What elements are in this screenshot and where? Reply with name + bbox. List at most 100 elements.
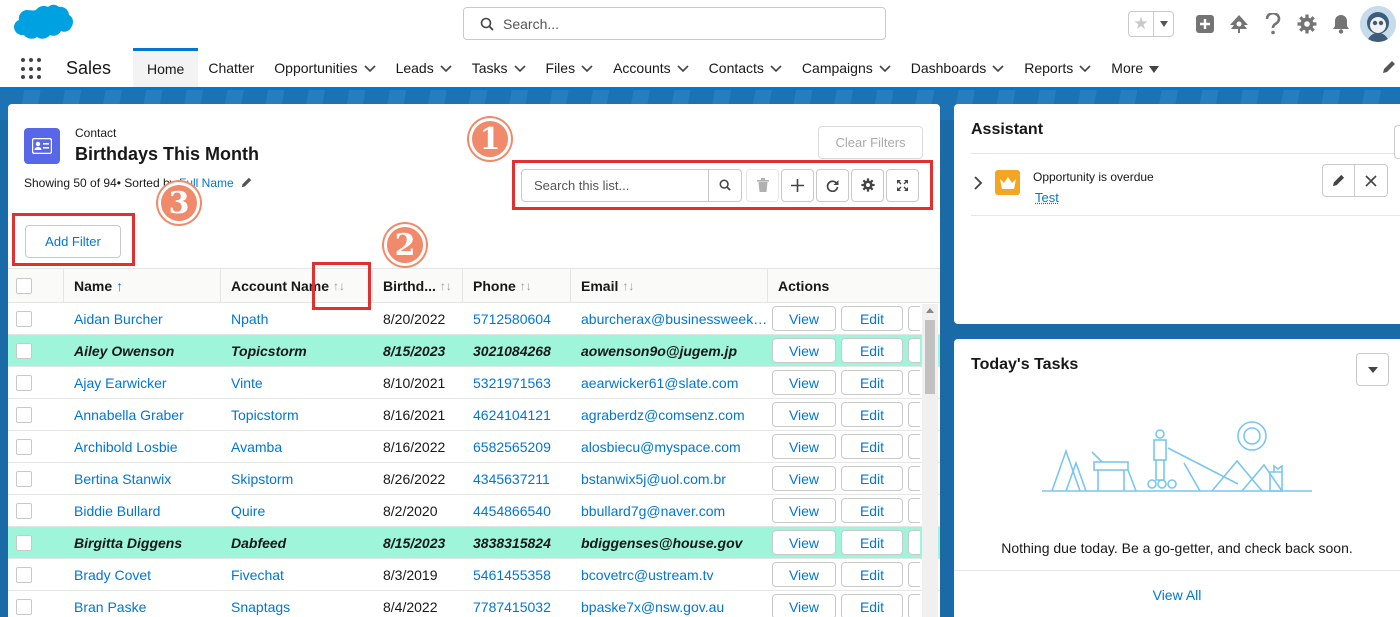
column-header-birthdate[interactable]: Birthd... ↑↓ xyxy=(373,269,463,302)
help-icon[interactable] xyxy=(1256,7,1290,41)
email-link[interactable]: bdiggenses@house.gov xyxy=(571,535,768,551)
phone-link[interactable]: 5461455358 xyxy=(463,567,571,583)
row-checkbox[interactable] xyxy=(16,438,32,455)
favorites-dropdown-icon[interactable] xyxy=(1153,12,1173,36)
account-name-link[interactable]: Vinte xyxy=(221,375,373,391)
assistant-edit-button[interactable] xyxy=(1322,164,1355,197)
app-launcher-icon[interactable] xyxy=(21,58,43,80)
nav-item-home[interactable]: Home xyxy=(133,48,199,87)
setup-gear-icon[interactable] xyxy=(1290,7,1324,41)
row-checkbox[interactable] xyxy=(16,342,32,359)
side-panel-tab[interactable] xyxy=(1394,125,1400,159)
sort-toggle-icon[interactable]: ↑↓ xyxy=(622,279,634,293)
chevron-down-icon[interactable] xyxy=(677,60,689,76)
view-button[interactable]: View xyxy=(772,498,836,523)
row-checkbox[interactable] xyxy=(16,598,32,615)
more-actions-button[interactable] xyxy=(908,594,920,617)
nav-item-leads[interactable]: Leads xyxy=(386,48,462,87)
view-button[interactable]: View xyxy=(772,562,836,587)
more-actions-button[interactable] xyxy=(908,466,920,491)
chevron-down-icon[interactable] xyxy=(363,60,376,76)
column-header-name[interactable]: Name ↑ xyxy=(64,269,221,302)
tasks-dropdown-button[interactable] xyxy=(1356,353,1389,386)
view-button[interactable]: View xyxy=(772,466,836,491)
contact-name-link[interactable]: Aidan Burcher xyxy=(64,311,221,327)
caret-down-icon[interactable] xyxy=(1149,60,1160,76)
more-actions-button[interactable] xyxy=(908,338,920,363)
chevron-down-icon[interactable] xyxy=(1079,60,1091,76)
email-link[interactable]: bbullard7g@naver.com xyxy=(571,503,768,519)
edit-button[interactable]: Edit xyxy=(841,466,903,491)
delete-button[interactable] xyxy=(746,168,779,202)
contact-name-link[interactable]: Archibold Losbie xyxy=(64,439,221,455)
edit-button[interactable]: Edit xyxy=(841,306,903,331)
view-button[interactable]: View xyxy=(772,370,836,395)
contact-name-link[interactable]: Bertina Stanwix xyxy=(64,471,221,487)
chevron-down-icon[interactable] xyxy=(770,60,782,76)
phone-link[interactable]: 5712580604 xyxy=(463,311,571,327)
table-scrollbar[interactable] xyxy=(922,304,938,617)
phone-link[interactable]: 3021084268 xyxy=(463,343,571,359)
email-link[interactable]: aowenson9o@jugem.jp xyxy=(571,343,768,359)
more-actions-button[interactable] xyxy=(908,370,920,395)
account-name-link[interactable]: Avamba xyxy=(221,439,373,455)
row-checkbox[interactable] xyxy=(16,566,32,583)
more-actions-button[interactable] xyxy=(908,498,920,523)
more-actions-button[interactable] xyxy=(908,402,920,427)
row-checkbox[interactable] xyxy=(16,470,32,487)
sort-toggle-icon[interactable]: ↑↓ xyxy=(440,279,452,293)
phone-link[interactable]: 7787415032 xyxy=(463,599,571,615)
edit-nav-pencil-icon[interactable] xyxy=(1382,60,1396,74)
account-name-link[interactable]: Npath xyxy=(221,311,373,327)
column-header-phone[interactable]: Phone ↑↓ xyxy=(463,269,571,302)
column-header-email[interactable]: Email ↑↓ xyxy=(571,269,768,302)
nav-item-opportunities[interactable]: Opportunities xyxy=(264,48,385,87)
scrollbar-thumb[interactable] xyxy=(925,320,935,394)
email-link[interactable]: agraberdz@comsenz.com xyxy=(571,407,768,423)
contact-name-link[interactable]: Brady Covet xyxy=(64,567,221,583)
chevron-down-icon[interactable] xyxy=(581,60,593,76)
account-name-link[interactable]: Skipstorm xyxy=(221,471,373,487)
row-checkbox[interactable] xyxy=(16,374,32,391)
search-this-list-input[interactable]: Search this list... xyxy=(521,168,709,202)
edit-button[interactable]: Edit xyxy=(841,562,903,587)
sort-toggle-icon[interactable]: ↑↓ xyxy=(520,279,532,293)
edit-button[interactable]: Edit xyxy=(841,434,903,459)
edit-button[interactable]: Edit xyxy=(841,530,903,555)
list-view-title[interactable]: Birthdays This Month xyxy=(75,144,259,165)
row-checkbox[interactable] xyxy=(16,502,32,519)
user-avatar[interactable] xyxy=(1360,6,1396,42)
email-link[interactable]: bstanwix5j@uol.com.br xyxy=(571,471,768,487)
add-filter-button[interactable]: Add Filter xyxy=(25,225,121,258)
nav-item-reports[interactable]: Reports xyxy=(1014,48,1101,87)
account-name-link[interactable]: Topicstorm xyxy=(221,343,373,359)
new-record-button[interactable] xyxy=(781,168,814,202)
more-actions-button[interactable] xyxy=(908,434,920,459)
trailhead-icon[interactable] xyxy=(1222,7,1256,41)
account-name-link[interactable]: Snaptags xyxy=(221,599,373,615)
email-link[interactable]: aearwicker61@slate.com xyxy=(571,375,768,391)
account-name-link[interactable]: Quire xyxy=(221,503,373,519)
phone-link[interactable]: 6582565209 xyxy=(463,439,571,455)
scroll-up-arrow-icon[interactable] xyxy=(926,308,934,313)
email-link[interactable]: alosbiecu@myspace.com xyxy=(571,439,768,455)
phone-link[interactable]: 3838315824 xyxy=(463,535,571,551)
row-checkbox[interactable] xyxy=(16,310,32,327)
salesforce-logo[interactable] xyxy=(10,4,74,46)
contact-name-link[interactable]: Ajay Earwicker xyxy=(64,375,221,391)
view-button[interactable]: View xyxy=(772,402,836,427)
email-link[interactable]: bcovetrc@ustream.tv xyxy=(571,567,768,583)
nav-item-dashboards[interactable]: Dashboards xyxy=(901,48,1015,87)
account-name-link[interactable]: Dabfeed xyxy=(221,535,373,551)
contact-name-link[interactable]: Ailey Owenson xyxy=(64,343,221,359)
refresh-button[interactable] xyxy=(816,168,849,202)
more-actions-button[interactable] xyxy=(908,530,920,555)
more-actions-button[interactable] xyxy=(908,306,920,331)
favorites-star-icon[interactable]: ★ xyxy=(1129,12,1153,36)
view-button[interactable]: View xyxy=(772,594,836,617)
assistant-item-link[interactable]: Test xyxy=(1035,190,1154,205)
list-search-button[interactable] xyxy=(709,168,742,202)
chevron-right-icon[interactable] xyxy=(974,176,983,190)
edit-sort-pencil-icon[interactable] xyxy=(241,177,252,188)
contact-name-link[interactable]: Bran Paske xyxy=(64,599,221,615)
